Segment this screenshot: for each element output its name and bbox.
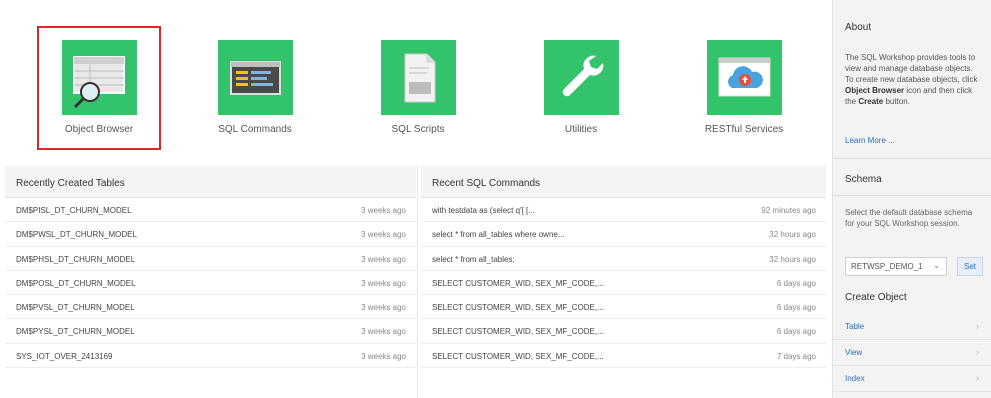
tiles-row: Object Browser SQL Commands SQL Scripts … [0, 0, 826, 160]
chevron-right-icon: › [976, 321, 979, 331]
schema-text: Select the default database schema for y… [845, 208, 973, 228]
create-item-view[interactable]: View › [833, 340, 991, 366]
table-time: 3 weeks ago [361, 206, 406, 215]
sql-text: with testdata as (select q'[ [... [432, 206, 535, 215]
table-name: DM$PISL_DT_CHURN_MODEL [16, 206, 132, 215]
tile-label: SQL Commands [218, 124, 292, 135]
table-row[interactable]: SYS_IOT_OVER_2413169 3 weeks ago [5, 344, 416, 369]
about-text-part: button. [883, 97, 910, 106]
create-item-index[interactable]: Index › [833, 366, 991, 392]
create-item-label: View [845, 348, 863, 357]
table-time: 3 weeks ago [361, 230, 406, 240]
panel-divider [417, 166, 418, 398]
tile-label: SQL Scripts [391, 124, 445, 135]
sql-text: SELECT CUSTOMER_WID, SEX_MF_CODE,... [432, 303, 604, 313]
cloud-upload-icon [707, 40, 782, 115]
list-item[interactable]: select * from all_tables; 32 hours ago [421, 247, 826, 271]
sql-time: 92 minutes ago [761, 206, 816, 215]
tile-label: RESTful Services [704, 124, 784, 135]
table-name: SYS_IOT_OVER_2413169 [16, 351, 113, 361]
recent-sql-panel: Recent SQL Commands with testdata as (se… [421, 166, 826, 398]
set-button[interactable]: Set [957, 257, 983, 276]
schema-select[interactable]: RETWSP_DEMO_1 ⌄ [845, 257, 947, 276]
schema-title: Schema [845, 174, 882, 185]
about-text-part: The SQL Workshop provides tools to view … [845, 53, 978, 84]
learn-more-link[interactable]: Learn More ... [845, 136, 895, 145]
about-bold-object-browser: Object Browser [845, 86, 905, 95]
sql-time: 7 days ago [776, 351, 816, 361]
tile-label: Object Browser [64, 124, 134, 135]
create-item-label: Table [845, 322, 865, 331]
create-item-label: Index [845, 374, 865, 383]
table-row[interactable]: DM$PISL_DT_CHURN_MODEL 3 weeks ago [5, 198, 416, 223]
about-text: The SQL Workshop provides tools to view … [845, 52, 981, 107]
sql-text: select * from all_tables; [432, 254, 515, 264]
tile-restful-services[interactable]: RESTful Services [684, 28, 804, 148]
table-name: DM$PWSL_DT_CHURN_MODEL [16, 230, 137, 240]
sql-text: SELECT CUSTOMER_WID, SEX_MF_CODE,... [432, 278, 604, 288]
table-row[interactable]: DM$POSL_DT_CHURN_MODEL 3 weeks ago [5, 271, 416, 296]
object-browser-icon [62, 40, 137, 115]
tile-sql-scripts[interactable]: SQL Scripts [358, 28, 478, 148]
sql-time: 6 days ago [776, 303, 816, 313]
sql-commands-icon [218, 40, 293, 115]
table-name: DM$PYSL_DT_CHURN_MODEL [16, 327, 135, 337]
tile-label: Utilities [564, 124, 598, 135]
chevron-down-icon: ⌄ [933, 261, 940, 270]
sql-time: 6 days ago [776, 278, 816, 288]
recent-sql-title: Recent SQL Commands [421, 166, 826, 198]
table-name: DM$PVSL_DT_CHURN_MODEL [16, 303, 135, 313]
create-object-title: Create Object [845, 292, 907, 303]
table-time: 3 weeks ago [361, 351, 406, 361]
schema-select-value: RETWSP_DEMO_1 [851, 262, 923, 271]
table-row[interactable]: DM$PHSL_DT_CHURN_MODEL 3 weeks ago [5, 247, 416, 271]
table-time: 3 weeks ago [361, 278, 406, 288]
tile-utilities[interactable]: Utilities [521, 28, 641, 148]
recent-tables-title: Recently Created Tables [5, 166, 416, 198]
sql-text: SELECT CUSTOMER_WID, SEX_MF_CODE,... [432, 351, 604, 361]
table-time: 3 weeks ago [361, 327, 406, 337]
list-item[interactable]: select * from all_tables where owne... 32… [421, 222, 826, 247]
wrench-icon [544, 40, 619, 115]
chevron-right-icon: › [976, 347, 979, 357]
list-item[interactable]: SELECT CUSTOMER_WID, SEX_MF_CODE,... 6 da… [421, 271, 826, 296]
list-item[interactable]: SELECT CUSTOMER_WID, SEX_MF_CODE,... 7 da… [421, 344, 826, 369]
tile-sql-commands[interactable]: SQL Commands [195, 28, 315, 148]
sql-text: SELECT CUSTOMER_WID, SEX_MF_CODE,... [432, 327, 604, 337]
list-item[interactable]: SELECT CUSTOMER_WID, SEX_MF_CODE,... 6 da… [421, 295, 826, 320]
list-item[interactable]: with testdata as (select q'[ [... 92 minu… [421, 198, 826, 223]
sidebar: About The SQL Workshop provides tools to… [832, 0, 991, 398]
create-item-table[interactable]: Table › [833, 314, 991, 340]
sql-time: 6 days ago [776, 327, 816, 337]
recent-tables-panel: Recently Created Tables DM$PISL_DT_CHURN… [5, 166, 416, 398]
table-time: 3 weeks ago [361, 303, 406, 313]
divider [833, 158, 991, 159]
about-title: About [845, 22, 872, 33]
sql-scripts-icon [381, 40, 456, 115]
tile-object-browser[interactable]: Object Browser [37, 26, 161, 150]
table-row[interactable]: DM$PVSL_DT_CHURN_MODEL 3 weeks ago [5, 295, 416, 320]
list-item[interactable]: SELECT CUSTOMER_WID, SEX_MF_CODE,... 6 da… [421, 319, 826, 344]
about-bold-create: Create [858, 97, 884, 106]
table-row[interactable]: DM$PYSL_DT_CHURN_MODEL 3 weeks ago [5, 319, 416, 344]
table-time: 3 weeks ago [361, 254, 406, 264]
divider [833, 195, 991, 196]
sql-time: 32 hours ago [769, 230, 816, 240]
chevron-right-icon: › [976, 373, 979, 383]
sql-time: 32 hours ago [769, 254, 816, 264]
sql-text: select * from all_tables where owne... [432, 230, 565, 240]
table-name: DM$PHSL_DT_CHURN_MODEL [16, 254, 136, 264]
table-name: DM$POSL_DT_CHURN_MODEL [16, 278, 136, 288]
table-row[interactable]: DM$PWSL_DT_CHURN_MODEL 3 weeks ago [5, 222, 416, 247]
